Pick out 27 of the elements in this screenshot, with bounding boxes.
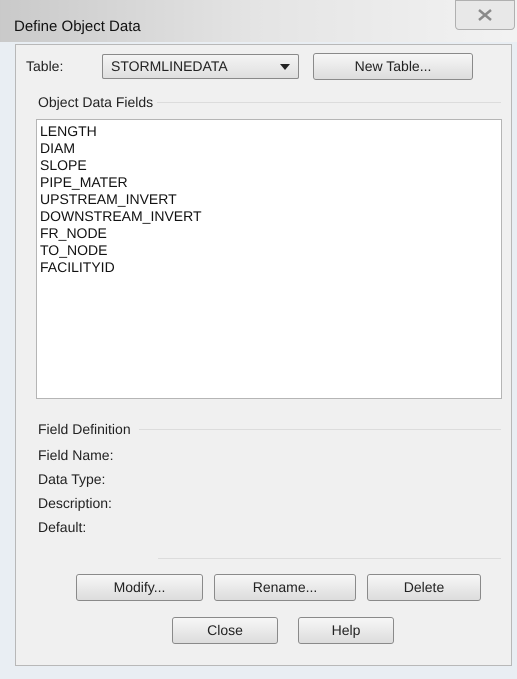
table-dropdown[interactable]: STORMLINEDATA bbox=[102, 54, 299, 79]
list-item[interactable]: FACILITYID bbox=[40, 259, 501, 276]
dropdown-caret-icon bbox=[280, 64, 290, 70]
action-button[interactable]: Modify... bbox=[76, 574, 203, 601]
list-item[interactable]: UPSTREAM_INVERT bbox=[40, 191, 501, 208]
list-item[interactable]: PIPE_MATER bbox=[40, 174, 501, 191]
list-item[interactable]: TO_NODE bbox=[40, 242, 501, 259]
table-label: Table: bbox=[26, 57, 64, 76]
close-button[interactable] bbox=[455, 0, 515, 30]
new-table-button[interactable]: New Table... bbox=[313, 53, 473, 80]
action-button[interactable]: Delete bbox=[367, 574, 481, 601]
field-label: Field Name: bbox=[38, 446, 114, 464]
close-icon bbox=[478, 9, 492, 21]
window-title: Define Object Data bbox=[14, 17, 141, 37]
list-item[interactable]: SLOPE bbox=[40, 157, 501, 174]
dialog-button[interactable]: Close bbox=[172, 617, 278, 644]
section-heading: Field Definition bbox=[38, 420, 131, 439]
action-button[interactable]: Rename... bbox=[214, 574, 356, 601]
field-label: Data Type: bbox=[38, 470, 106, 488]
list-item[interactable]: DIAM bbox=[40, 140, 501, 157]
list-item[interactable]: LENGTH bbox=[40, 123, 501, 140]
section-heading: Object Data Fields bbox=[38, 93, 154, 112]
field-label: Default: bbox=[38, 518, 88, 536]
list-item[interactable]: DOWNSTREAM_INVERT bbox=[40, 208, 501, 225]
field-label: Description: bbox=[38, 494, 113, 512]
list-item[interactable]: FR_NODE bbox=[40, 225, 501, 242]
dialog-button[interactable]: Help bbox=[298, 617, 394, 644]
